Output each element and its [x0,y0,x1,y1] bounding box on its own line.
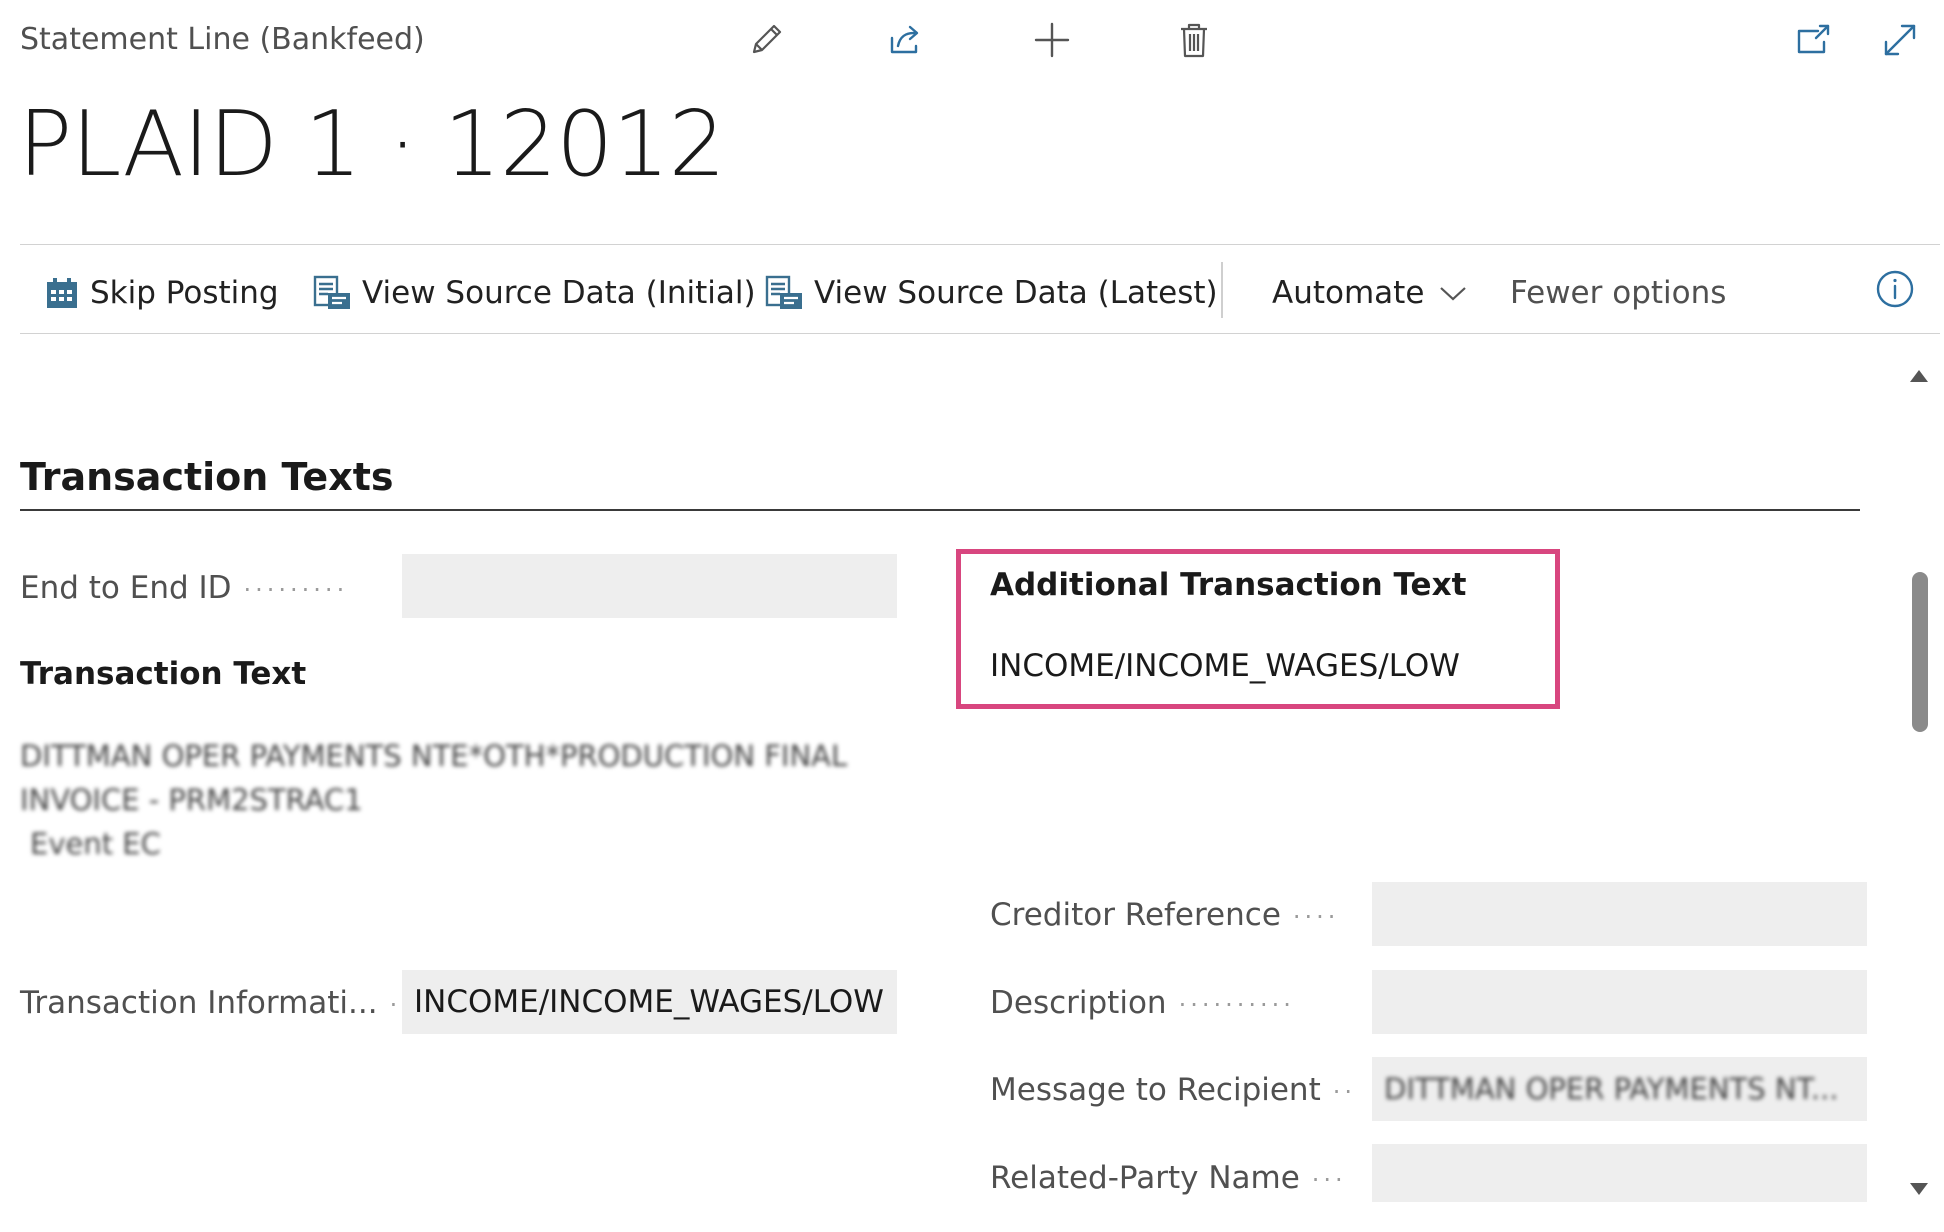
skip-posting-label: Skip Posting [90,275,279,311]
action-separator [1221,262,1223,318]
page-title: PLAID 1 · 12012 [18,92,726,197]
source-data-icon [313,275,350,309]
message-to-recipient-field[interactable]: DITTMAN OPER PAYMENTS NT... [1372,1057,1867,1121]
redacted-text-line: INVOICE - PRM2STRAC1 [20,783,363,817]
view-source-data-initial-button[interactable]: View Source Data (Initial) [312,268,756,318]
divider [20,333,1940,334]
description-label: Description ·········· [990,985,1295,1021]
automate-label: Automate [1272,275,1425,311]
add-icon[interactable] [1030,18,1074,62]
transaction-text-value: DITTMAN OPER PAYMENTS NTE*OTH*PRODUCTION… [20,734,847,866]
calendar-skip-icon [47,278,77,308]
skip-posting-button[interactable]: Skip Posting [44,268,279,318]
redacted-text-line: DITTMAN OPER PAYMENTS NTE*OTH*PRODUCTION… [20,739,848,773]
redacted-text-line: Event EC [30,827,161,861]
redacted-field-value: DITTMAN OPER PAYMENTS NT... [1384,1072,1839,1106]
source-data-icon [765,275,802,309]
delete-icon[interactable] [1172,18,1216,62]
related-party-name-label: Related-Party Name ··· [990,1160,1347,1196]
transaction-text-label: Transaction Text [20,656,307,692]
description-field[interactable] [1372,970,1867,1034]
message-to-recipient-label: Message to Recipient ·· [990,1072,1357,1108]
view-source-data-latest-label: View Source Data (Latest) [814,275,1218,311]
fewer-options-button[interactable]: Fewer options [1510,268,1726,318]
divider [20,244,1940,245]
chevron-down-icon [1440,287,1467,301]
view-source-data-initial-label: View Source Data (Initial) [362,275,756,311]
creditor-reference-field[interactable] [1372,882,1867,946]
section-divider [20,509,1860,511]
edit-pencil-icon[interactable] [744,18,788,62]
expand-icon[interactable] [1878,18,1922,62]
info-icon[interactable] [1874,268,1916,310]
scroll-up-arrow[interactable] [1910,370,1928,382]
related-party-name-field[interactable] [1372,1144,1867,1202]
end-to-end-id-label: End to End ID ········· [20,570,349,606]
scrollbar-thumb[interactable] [1912,572,1928,732]
view-source-data-latest-button[interactable]: View Source Data (Latest) [764,268,1218,318]
additional-transaction-text-label: Additional Transaction Text [990,567,1467,603]
end-to-end-id-field[interactable] [402,554,897,618]
additional-transaction-text-value: INCOME/INCOME_WAGES/LOW [990,648,1460,684]
section-title: Transaction Texts [20,455,394,499]
creditor-reference-label: Creditor Reference ···· [990,897,1340,933]
page-caption: Statement Line (Bankfeed) [20,22,425,57]
transaction-information-field[interactable]: INCOME/INCOME_WAGES/LOW [402,970,897,1034]
automate-menu-button[interactable]: Automate [1272,268,1468,318]
share-icon[interactable] [884,18,928,62]
open-new-window-icon[interactable] [1792,18,1836,62]
scroll-down-arrow[interactable] [1910,1183,1928,1195]
transaction-information-label: Transaction Informati... · [20,985,402,1021]
